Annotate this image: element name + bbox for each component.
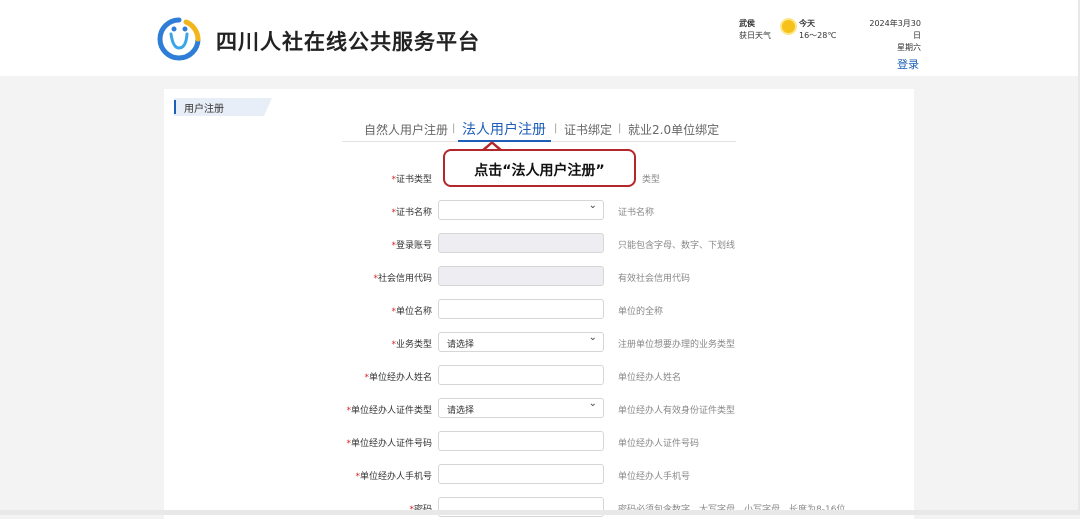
- field-hint: 只能包含字母、数字、下划线: [618, 241, 736, 251]
- form-row: *单位经办人姓名 单位经办人姓名: [0, 365, 1080, 387]
- tab-natural-person[interactable]: 自然人用户注册: [364, 121, 448, 138]
- form-row: *单位经办人证件号码 单位经办人证件号码: [0, 431, 1080, 453]
- field-label: *单位经办人证件类型: [346, 406, 432, 416]
- field-hint: 有效社会信用代码: [618, 274, 691, 284]
- site-title: 四川人社在线公共服务平台: [216, 30, 480, 54]
- top-header: 四川人社在线公共服务平台 武侯 获日天气 今天 16～28℃ 2024年3月30…: [0, 0, 1080, 76]
- field-hint: 单位经办人有效身份证件类型: [618, 406, 736, 416]
- field-label: *证书类型: [391, 175, 432, 185]
- weather-forecast: 今天 16～28℃: [799, 19, 837, 40]
- select-field[interactable]: [438, 200, 604, 220]
- text-input: [438, 233, 604, 253]
- login-link[interactable]: 登录: [897, 56, 919, 72]
- form-row: *单位名称 单位的全称: [0, 299, 1080, 321]
- bottom-edge: [0, 510, 1080, 515]
- tab-legal-person[interactable]: 法人用户注册: [462, 119, 546, 139]
- form-row: *登录账号 只能包含字母、数字、下划线: [0, 233, 1080, 255]
- form-row: *单位经办人手机号 单位经办人手机号: [0, 464, 1080, 486]
- form-row: *密码密码必须包含数字、大写字母、小写字母，长度为8-16位: [0, 497, 1080, 519]
- field-hint: 单位经办人手机号: [618, 472, 691, 482]
- field-label: *登录账号: [391, 241, 432, 251]
- field-hint: 类型: [642, 175, 661, 185]
- field-hint: 注册单位想要办理的业务类型: [618, 340, 736, 350]
- text-input[interactable]: [438, 299, 604, 319]
- site-logo-icon: [157, 17, 201, 61]
- tab-separator: |: [618, 123, 622, 134]
- field-label: *单位经办人手机号: [355, 472, 432, 482]
- tab-certificate-binding[interactable]: 证书绑定: [564, 121, 612, 138]
- field-hint: 单位经办人证件号码: [618, 439, 700, 449]
- tab-separator: |: [452, 123, 456, 134]
- field-label: *社会信用代码: [373, 274, 432, 284]
- field-hint: 单位经办人姓名: [618, 373, 682, 383]
- text-input: [438, 266, 604, 286]
- field-label: *单位经办人证件号码: [346, 439, 432, 449]
- weather-city: 武侯 获日天气: [739, 19, 771, 40]
- field-label: *单位经办人姓名: [364, 373, 432, 383]
- tab-employment-binding[interactable]: 就业2.0单位绑定: [628, 121, 719, 138]
- select-field[interactable]: 请选择: [438, 332, 604, 352]
- registration-tabs: 自然人用户注册 | 法人用户注册 | 证书绑定 | 就业2.0单位绑定: [164, 119, 914, 141]
- text-input[interactable]: [438, 464, 604, 484]
- weather-date: 2024年3月30日 星期六: [869, 19, 921, 52]
- field-label: *证书名称: [391, 208, 432, 218]
- field-label: *业务类型: [391, 340, 432, 350]
- field-hint: 单位的全称: [618, 307, 664, 317]
- form-row: *证书名称 证书名称: [0, 200, 1080, 222]
- panel-heading: 用户注册: [174, 98, 272, 116]
- form-row: *业务类型请选择 注册单位想要办理的业务类型: [0, 332, 1080, 354]
- select-field[interactable]: 请选择: [438, 398, 604, 418]
- field-label: *单位名称: [391, 307, 432, 317]
- heading-accent-bar: [174, 100, 176, 114]
- sun-icon: [782, 20, 795, 33]
- form-row: *社会信用代码 有效社会信用代码: [0, 266, 1080, 288]
- form-row: *单位经办人证件类型请选择 单位经办人有效身份证件类型: [0, 398, 1080, 420]
- form-row: *证书类型 类型: [0, 167, 1080, 189]
- text-input[interactable]: [438, 431, 604, 451]
- field-hint: 证书名称: [618, 208, 655, 218]
- active-tab-indicator: [458, 140, 551, 142]
- text-input[interactable]: [438, 365, 604, 385]
- tab-separator: |: [554, 123, 558, 134]
